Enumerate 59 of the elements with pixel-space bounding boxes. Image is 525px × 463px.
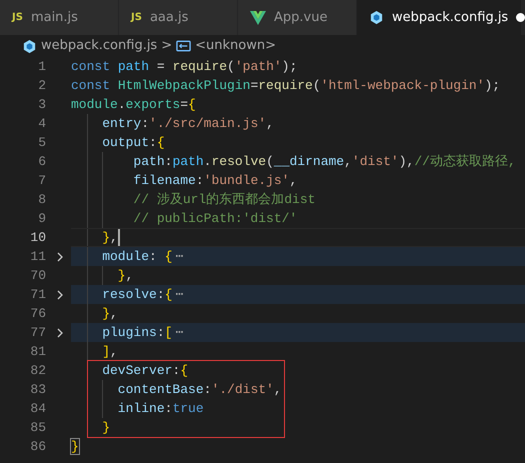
code-line: const HtmlWebpackPlugin=require('html-webpack-plugin');: [71, 78, 500, 93]
code-line: }: [101, 420, 110, 435]
cube-icon: [369, 10, 384, 25]
js-icon: JS: [131, 10, 142, 25]
line-number: 83: [29, 381, 46, 399]
line-number: 9: [37, 210, 46, 228]
line-number: 77: [29, 324, 46, 342]
code-line: path:path.resolve(__dirname,'dist'),//动态获取路径,: [132, 154, 516, 169]
line-number: 84: [29, 400, 46, 418]
line-number: 82: [29, 362, 46, 380]
code-line: output:{: [101, 135, 165, 150]
js-icon: JS: [12, 10, 23, 25]
code-line: const path = require('path');: [71, 59, 298, 74]
code-line: },: [101, 230, 118, 245]
v-logo-icon: [250, 10, 266, 24]
line-number: 2: [37, 77, 46, 95]
cube-icon: [22, 38, 37, 54]
code-line: contentBase:'./dist',: [116, 382, 282, 397]
line-number: 81: [29, 343, 46, 361]
editor-tab[interactable]: JS main.js: [0, 0, 119, 35]
code-line: // publicPath:'dist/': [132, 211, 298, 226]
line-number: 11: [29, 248, 46, 266]
code-line: entry:'./src/main.js',: [101, 116, 274, 131]
text-cursor: [118, 229, 120, 246]
breadcrumb-item[interactable]: webpack.config.js: [41, 36, 158, 56]
line-number: 1: [37, 58, 46, 76]
editor-tab[interactable]: JS aaa.js: [119, 0, 238, 35]
line-number: 85: [29, 419, 46, 437]
line-number: 76: [29, 305, 46, 323]
line-number: 6: [37, 153, 46, 171]
line-number: 3: [37, 96, 46, 114]
editor-tab[interactable]: App.vue: [238, 0, 357, 35]
code-line: module: {: [101, 249, 172, 264]
code-line: }: [71, 439, 79, 454]
breadcrumb-separator: >: [161, 37, 172, 56]
code-line: module.exports={: [71, 97, 196, 112]
fold-ellipsis[interactable]: ⋯: [175, 287, 184, 302]
symbol-icon: [176, 40, 192, 52]
line-number: 8: [37, 191, 46, 209]
line-number: 5: [37, 134, 46, 152]
fold-ellipsis[interactable]: ⋯: [175, 325, 184, 340]
line-number: 4: [37, 115, 46, 133]
code-line: // 涉及url的东西都会加dist: [132, 192, 316, 207]
code-line: inline:true: [116, 401, 204, 416]
fold-ellipsis[interactable]: ⋯: [175, 249, 184, 264]
code-line: devServer:{: [101, 363, 188, 378]
line-number: 10: [29, 229, 46, 247]
code-line: plugins:[: [101, 325, 172, 340]
code-line: resolve:{: [101, 287, 172, 302]
breadcrumb-item[interactable]: <unknown>: [195, 36, 276, 56]
code-line: ],: [101, 344, 118, 359]
code-line: },: [101, 306, 118, 321]
editor-tab[interactable]: webpack.config.js: [357, 0, 522, 35]
line-number: 7: [37, 172, 46, 190]
line-number: 70: [29, 267, 46, 285]
line-number: 86: [29, 438, 46, 456]
line-number: 71: [29, 286, 46, 304]
code-line: },: [116, 268, 134, 283]
code-line: filename:'bundle.js',: [132, 173, 298, 188]
